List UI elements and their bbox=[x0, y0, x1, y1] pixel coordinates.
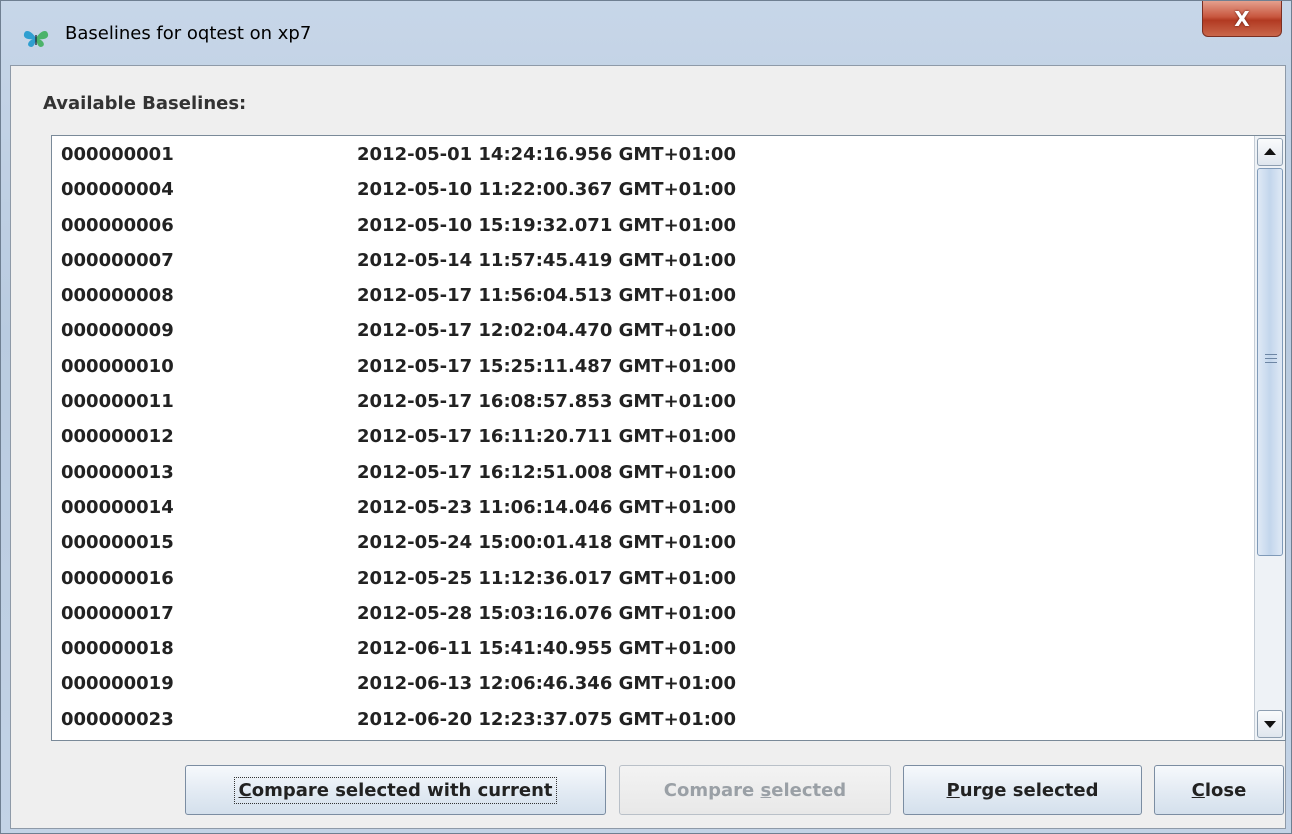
list-item[interactable]: 000000023 2012-06-20 12:23:37.075 GMT+01:… bbox=[52, 701, 1255, 736]
close-label: Close bbox=[1192, 780, 1247, 801]
compare-selected-label: Compare selected bbox=[664, 780, 846, 801]
list-item[interactable]: 000000004 2012-05-10 11:22:00.367 GMT+01:… bbox=[52, 171, 1255, 206]
purge-selected-label: Purge selected bbox=[947, 780, 1099, 801]
baseline-id: 000000004 bbox=[61, 179, 174, 201]
purge-selected-button[interactable]: Purge selected bbox=[903, 765, 1142, 815]
list-item[interactable]: 000000009 2012-05-17 12:02:04.470 GMT+01:… bbox=[52, 312, 1255, 347]
list-item[interactable]: 000000007 2012-05-14 11:57:45.419 GMT+01:… bbox=[52, 242, 1255, 277]
baseline-id: 000000016 bbox=[61, 567, 174, 589]
butterfly-app-icon bbox=[23, 30, 49, 47]
list-item[interactable]: 000000015 2012-05-24 15:00:01.418 GMT+01:… bbox=[52, 524, 1255, 559]
list-item[interactable]: 000000017 2012-05-28 15:03:16.076 GMT+01:… bbox=[52, 595, 1255, 630]
list-item[interactable]: 000000010 2012-05-17 15:25:11.487 GMT+01:… bbox=[52, 348, 1255, 383]
baseline-id: 000000014 bbox=[61, 496, 174, 518]
list-item[interactable]: 000000001 2012-05-01 14:24:16.956 GMT+01:… bbox=[52, 136, 1255, 171]
compare-with-current-button[interactable]: Compare selected with current bbox=[185, 765, 606, 815]
list-item[interactable]: 000000019 2012-06-13 12:06:46.346 GMT+01:… bbox=[52, 665, 1255, 700]
baseline-id: 000000019 bbox=[61, 673, 174, 695]
list-item[interactable]: 000000018 2012-06-11 15:41:40.955 GMT+01:… bbox=[52, 630, 1255, 665]
baseline-timestamp: 2012-05-25 11:12:36.017 GMT+01:00 bbox=[357, 567, 736, 589]
baseline-timestamp: 2012-05-14 11:57:45.419 GMT+01:00 bbox=[357, 249, 736, 271]
available-baselines-label: Available Baselines: bbox=[43, 93, 247, 114]
baseline-timestamp: 2012-06-13 12:06:46.346 GMT+01:00 bbox=[357, 673, 736, 695]
dialog-window: Baselines for oqtest on xp7 X Available … bbox=[0, 0, 1292, 834]
baseline-id: 000000011 bbox=[61, 391, 174, 413]
baseline-timestamp: 2012-05-28 15:03:16.076 GMT+01:00 bbox=[357, 602, 736, 624]
baseline-id: 000000015 bbox=[61, 532, 174, 554]
vertical-scrollbar[interactable] bbox=[1254, 136, 1285, 740]
label-text: elected bbox=[771, 779, 847, 801]
label-text: Compare bbox=[663, 779, 761, 801]
arrow-up-icon bbox=[1264, 148, 1276, 155]
grip-icon bbox=[1265, 354, 1277, 363]
compare-with-current-label: Compare selected with current bbox=[234, 776, 557, 804]
baseline-id: 000000001 bbox=[61, 144, 174, 165]
baseline-id: 000000009 bbox=[61, 320, 174, 342]
label-text: lose bbox=[1204, 779, 1247, 801]
baseline-id: 000000012 bbox=[61, 426, 174, 448]
mnemonic-char: P bbox=[946, 779, 960, 801]
label-text: urge selected bbox=[959, 779, 1099, 801]
list-item[interactable]: 000000012 2012-05-17 16:11:20.711 GMT+01:… bbox=[52, 418, 1255, 453]
baseline-timestamp: 2012-05-17 11:56:04.513 GMT+01:00 bbox=[357, 285, 736, 307]
label-text: ompare selected with current bbox=[251, 779, 553, 801]
list-item[interactable]: 000000011 2012-05-17 16:08:57.853 GMT+01:… bbox=[52, 383, 1255, 418]
baseline-id: 000000006 bbox=[61, 214, 174, 236]
list-item[interactable]: 000000008 2012-05-17 11:56:04.513 GMT+01:… bbox=[52, 277, 1255, 312]
list-item[interactable]: 000000016 2012-05-25 11:12:36.017 GMT+01:… bbox=[52, 560, 1255, 595]
baseline-timestamp: 2012-05-01 14:24:16.956 GMT+01:00 bbox=[357, 144, 736, 165]
baseline-id: 000000013 bbox=[61, 461, 174, 483]
close-icon: X bbox=[1234, 6, 1250, 31]
list-item[interactable]: 000000013 2012-05-17 16:12:51.008 GMT+01:… bbox=[52, 454, 1255, 489]
list-item[interactable]: 000000014 2012-05-23 11:06:14.046 GMT+01:… bbox=[52, 489, 1255, 524]
baseline-timestamp: 2012-05-10 11:22:00.367 GMT+01:00 bbox=[357, 179, 736, 201]
baseline-timestamp: 2012-05-17 16:08:57.853 GMT+01:00 bbox=[357, 391, 736, 413]
window-title: Baselines for oqtest on xp7 bbox=[65, 23, 312, 44]
mnemonic-char: C bbox=[1191, 779, 1205, 801]
baseline-timestamp: 2012-05-17 16:12:51.008 GMT+01:00 bbox=[357, 461, 736, 483]
title-bar[interactable]: Baselines for oqtest on xp7 X bbox=[1, 1, 1291, 65]
baseline-timestamp: 2012-05-23 11:06:14.046 GMT+01:00 bbox=[357, 496, 736, 518]
baseline-timestamp: 2012-05-17 16:11:20.711 GMT+01:00 bbox=[357, 426, 736, 448]
arrow-down-icon bbox=[1264, 721, 1276, 728]
baselines-list[interactable]: 000000001 2012-05-01 14:24:16.956 GMT+01:… bbox=[51, 135, 1286, 741]
baseline-timestamp: 2012-05-17 12:02:04.470 GMT+01:00 bbox=[357, 320, 736, 342]
list-item[interactable]: 000000006 2012-05-10 15:19:32.071 GMT+01:… bbox=[52, 207, 1255, 242]
close-button[interactable]: Close bbox=[1154, 765, 1284, 815]
baseline-timestamp: 2012-06-20 12:23:37.075 GMT+01:00 bbox=[357, 708, 736, 730]
compare-selected-button[interactable]: Compare selected bbox=[619, 765, 891, 815]
scroll-up-button[interactable] bbox=[1257, 138, 1283, 166]
baseline-timestamp: 2012-05-17 15:25:11.487 GMT+01:00 bbox=[357, 355, 736, 377]
baseline-timestamp: 2012-06-11 15:41:40.955 GMT+01:00 bbox=[357, 638, 736, 660]
baseline-id: 000000010 bbox=[61, 355, 174, 377]
baseline-id: 000000017 bbox=[61, 602, 174, 624]
baseline-id: 000000008 bbox=[61, 285, 174, 307]
baseline-id: 000000018 bbox=[61, 638, 174, 660]
baseline-timestamp: 2012-05-10 15:19:32.071 GMT+01:00 bbox=[357, 214, 736, 236]
baseline-id: 000000007 bbox=[61, 249, 174, 271]
baselines-rows: 000000001 2012-05-01 14:24:16.956 GMT+01:… bbox=[52, 136, 1255, 740]
window-close-button[interactable]: X bbox=[1202, 1, 1282, 37]
baseline-timestamp: 2012-05-24 15:00:01.418 GMT+01:00 bbox=[357, 532, 736, 554]
scroll-down-button[interactable] bbox=[1257, 710, 1283, 738]
scrollbar-thumb[interactable] bbox=[1257, 168, 1283, 556]
mnemonic-char: s bbox=[760, 779, 772, 801]
mnemonic-char: C bbox=[238, 779, 252, 801]
baseline-id: 000000023 bbox=[61, 708, 174, 730]
